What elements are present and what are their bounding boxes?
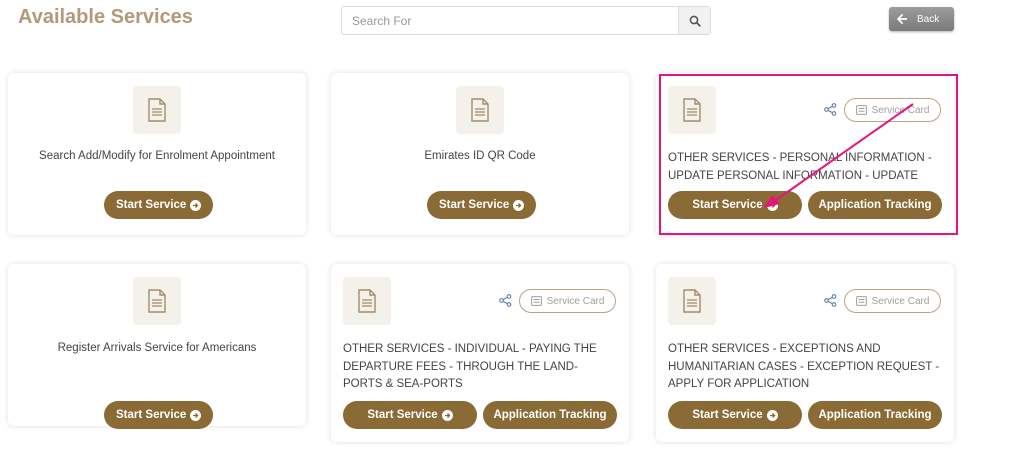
search-input[interactable] xyxy=(342,7,678,34)
back-button[interactable]: Back xyxy=(889,7,954,31)
search-button[interactable] xyxy=(678,7,710,34)
start-service-label: Start Service xyxy=(692,199,763,211)
document-icon xyxy=(668,86,716,134)
start-service-label: Start Service xyxy=(367,409,438,421)
service-card-label: Service Card xyxy=(871,295,930,307)
start-service-label: Start Service xyxy=(116,199,187,211)
application-tracking-label: Application Tracking xyxy=(818,199,932,211)
document-icon xyxy=(343,277,391,325)
document-icon xyxy=(133,86,181,134)
service-description: Search Add/Modify for Enrolment Appointm… xyxy=(39,150,275,162)
card-icon xyxy=(855,105,867,115)
service-card-label: Service Card xyxy=(871,104,930,116)
service-description: OTHER SERVICES - PERSONAL INFORMATION - … xyxy=(668,152,932,182)
service-card-personal-info: Service Card OTHER SERVICES - PERSONAL I… xyxy=(656,73,954,235)
search-bar xyxy=(341,6,711,35)
document-icon xyxy=(668,277,716,325)
share-icon[interactable] xyxy=(499,294,512,307)
service-card-departure-fees: Service Card OTHER SERVICES - INDIVIDUAL… xyxy=(331,264,629,442)
arrow-circle-right-icon xyxy=(513,199,525,211)
start-service-label: Start Service xyxy=(692,409,763,421)
service-card-button[interactable]: Service Card xyxy=(844,289,941,313)
service-card-enrolment: Search Add/Modify for Enrolment Appointm… xyxy=(8,73,306,235)
start-service-button[interactable]: Start Service xyxy=(668,401,802,429)
arrow-circle-right-icon xyxy=(441,409,453,421)
application-tracking-button[interactable]: Application Tracking xyxy=(808,401,942,429)
arrow-circle-right-icon xyxy=(190,199,202,211)
application-tracking-label: Application Tracking xyxy=(493,409,607,421)
share-icon[interactable] xyxy=(824,294,837,307)
search-icon xyxy=(689,15,701,27)
share-icon[interactable] xyxy=(824,103,837,116)
application-tracking-button[interactable]: Application Tracking xyxy=(483,401,617,429)
service-card-exceptions: Service Card OTHER SERVICES - EXCEPTIONS… xyxy=(656,264,954,442)
card-icon xyxy=(530,296,542,306)
service-card-arrivals: Register Arrivals Service for Americans … xyxy=(8,264,306,429)
card-icon xyxy=(855,296,867,306)
arrow-left-icon xyxy=(897,14,907,24)
arrow-circle-right-icon xyxy=(766,199,778,211)
service-card-label: Service Card xyxy=(546,295,605,307)
start-service-button[interactable]: Start Service xyxy=(668,191,802,219)
service-description: Register Arrivals Service for Americans xyxy=(57,342,257,354)
page: Available Services Back Search Add/Modif… xyxy=(0,0,1024,465)
start-service-button[interactable]: Start Service xyxy=(343,401,477,429)
service-card-button[interactable]: Service Card xyxy=(519,289,616,313)
application-tracking-label: Application Tracking xyxy=(818,409,932,421)
start-service-label: Start Service xyxy=(439,199,510,211)
service-card-button[interactable]: Service Card xyxy=(844,98,941,122)
service-card-qr-code: Emirates ID QR Code Start Service xyxy=(331,73,629,235)
arrow-circle-right-icon xyxy=(766,409,778,421)
arrow-circle-right-icon xyxy=(190,409,202,421)
service-description: OTHER SERVICES - EXCEPTIONS AND HUMANITA… xyxy=(668,343,940,390)
page-title: Available Services xyxy=(18,6,193,28)
service-description: OTHER SERVICES - INDIVIDUAL - PAYING THE… xyxy=(343,343,597,390)
start-service-button[interactable]: Start Service xyxy=(104,401,214,429)
back-label: Back xyxy=(917,13,940,25)
document-icon xyxy=(456,86,504,134)
start-service-label: Start Service xyxy=(116,409,187,421)
service-description: Emirates ID QR Code xyxy=(424,150,536,162)
document-icon xyxy=(133,277,181,325)
start-service-button[interactable]: Start Service xyxy=(427,191,537,219)
application-tracking-button[interactable]: Application Tracking xyxy=(808,191,942,219)
start-service-button[interactable]: Start Service xyxy=(104,191,214,219)
